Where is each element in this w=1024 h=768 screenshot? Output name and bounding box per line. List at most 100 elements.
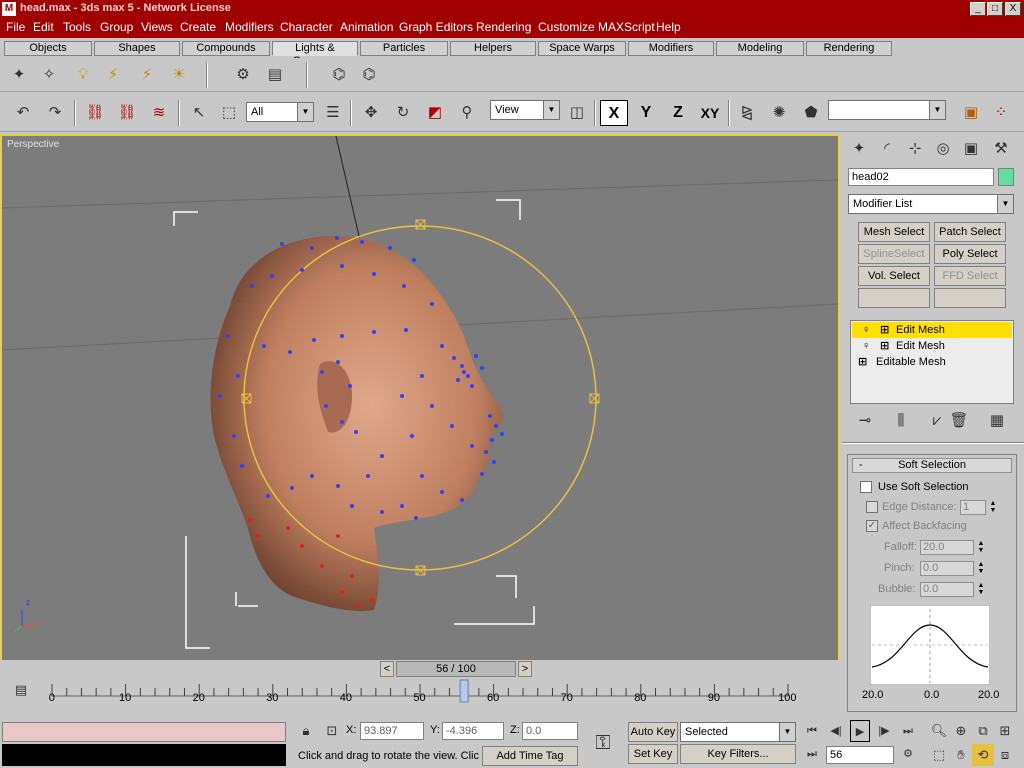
time-slider-thumb[interactable]: 56 / 100 [396, 661, 516, 677]
track-bar[interactable]: ▤ 0 10 20 30 40 50 60 70 80 90 100 [0, 678, 840, 718]
play-icon[interactable]: ▶ [850, 720, 870, 742]
lightbulb-icon[interactable]: ♀ [862, 322, 870, 338]
maxscript-listener-mini[interactable] [2, 722, 286, 742]
chevron-down-icon[interactable]: ▼ [997, 195, 1013, 213]
falloff-spinner[interactable]: 20.0 [920, 540, 974, 555]
object-name-input[interactable]: head02 [848, 168, 994, 186]
select-link-icon[interactable]: ⛓︎ [82, 100, 108, 126]
minimize-button[interactable]: _ [970, 2, 986, 16]
axis-x-button[interactable]: X [600, 100, 628, 126]
free-direct-icon[interactable]: ⚡︎ [134, 62, 160, 88]
menu-edit[interactable]: Edit [33, 20, 54, 34]
spinner-arrows-icon[interactable]: ▲ ▼ [976, 561, 986, 576]
named-selection-dropdown[interactable]: ▼ [828, 100, 946, 120]
chevron-down-icon[interactable]: ▼ [543, 101, 559, 119]
zoom-all-icon[interactable]: ⊕ [950, 720, 972, 742]
undo-icon[interactable]: ↶ [10, 100, 36, 126]
patch-select-button[interactable]: Patch Select [934, 222, 1006, 242]
target-spot-icon[interactable]: ✦ [6, 62, 32, 88]
vol-select-button[interactable]: Vol. Select [858, 266, 930, 286]
prev-frame-button[interactable]: < [380, 661, 394, 677]
go-to-end-icon[interactable]: ⏭ [898, 720, 918, 742]
pin-stack-icon[interactable]: ⊸ [852, 408, 878, 434]
empty-modifier-button[interactable] [934, 288, 1006, 308]
tab-shapes[interactable]: Shapes [94, 41, 180, 56]
zoom-extents-all-icon[interactable]: ⊞ [994, 720, 1016, 742]
pinch-spinner[interactable]: 0.0 [920, 561, 974, 576]
show-end-result-icon[interactable]: ⫼ [888, 408, 914, 434]
expand-icon[interactable]: ⊞ [858, 354, 867, 370]
menu-help[interactable]: Help [656, 20, 681, 34]
key-icon[interactable]: ⚿ [586, 728, 620, 758]
use-soft-selection-checkbox[interactable] [860, 481, 872, 493]
unlink-icon[interactable]: ⛓︎ [114, 100, 140, 126]
free-camera-icon[interactable]: ▤ [262, 62, 288, 88]
maximize-button[interactable]: □ [987, 2, 1003, 16]
select-by-name-icon[interactable]: ☰ [320, 100, 346, 126]
collapse-icon[interactable]: - [859, 459, 863, 472]
menu-maxscript[interactable]: MAXScript [598, 20, 655, 34]
spinner-arrows-icon[interactable]: ▲ ▼ [988, 500, 998, 515]
motion-panel-icon[interactable]: ◎ [930, 136, 956, 162]
target-direct-icon[interactable]: ⚡︎ [100, 62, 126, 88]
menu-tools[interactable]: Tools [63, 20, 91, 34]
bubble-spinner[interactable]: 0.0 [920, 582, 974, 597]
remove-modifier-icon[interactable]: 🗑︎ [946, 408, 972, 434]
utilities-panel-icon[interactable]: ⚒︎ [988, 136, 1014, 162]
object-color-swatch[interactable] [998, 168, 1014, 186]
affect-backfacing-checkbox[interactable]: ✓ [866, 520, 878, 532]
tab-rendering[interactable]: Rendering [806, 41, 892, 56]
perspective-viewport[interactable]: Perspective z x [0, 134, 840, 662]
current-frame-field[interactable]: 56 [826, 746, 894, 764]
tab-modeling[interactable]: Modeling [716, 41, 804, 56]
lock-icon[interactable]: 🔒︎ [294, 720, 318, 742]
menu-animation[interactable]: Animation [340, 20, 393, 34]
menu-modifiers[interactable]: Modifiers [225, 20, 274, 34]
menu-graph-editors[interactable]: Graph Editors [399, 20, 473, 34]
go-to-start-icon[interactable]: ⏮ [802, 720, 822, 742]
key-filters-button[interactable]: Key Filters... [680, 744, 796, 764]
app-icon[interactable]: M [2, 2, 16, 16]
modifier-stack[interactable]: ♀ ⊞ Edit Mesh ♀ ⊞ Edit Mesh ⊞ Editable M… [850, 320, 1014, 404]
menu-create[interactable]: Create [180, 20, 216, 34]
stack-item-edit-mesh-top[interactable]: ♀ ⊞ Edit Mesh [852, 322, 1012, 338]
menu-file[interactable]: File [6, 20, 25, 34]
free-spot-icon[interactable]: ✧ [36, 62, 62, 88]
expand-icon[interactable]: ⊞ [880, 322, 889, 338]
mini-curve-editor-icon[interactable]: ▤ [8, 680, 34, 700]
mirror-icon[interactable]: ⧎ [734, 100, 760, 126]
menu-views[interactable]: Views [141, 20, 173, 34]
x-coord-field[interactable]: 93.897 [360, 722, 424, 740]
rotate-icon[interactable]: ↻ [390, 100, 416, 126]
reference-coord-dropdown[interactable]: View ▼ [490, 100, 560, 120]
rect-selection-icon[interactable]: ⬚ [216, 100, 242, 126]
tab-space-warps[interactable]: Space Warps [538, 41, 626, 56]
zoom-extents-icon[interactable]: ⧉ [972, 720, 994, 742]
zoom-icon[interactable]: 🔍︎ [928, 720, 950, 742]
axis-xy-button[interactable]: XY [696, 100, 724, 126]
chevron-down-icon[interactable]: ▼ [779, 723, 795, 741]
pan-icon[interactable]: ✋︎ [950, 744, 972, 766]
chevron-down-icon[interactable]: ▼ [297, 103, 313, 121]
lightbulb-icon[interactable]: ♀ [862, 338, 870, 354]
material-editor-icon[interactable]: ⁘ [988, 100, 1014, 126]
bind-space-warp-icon[interactable]: ≋ [146, 100, 172, 126]
display-panel-icon[interactable]: ▣ [958, 136, 984, 162]
pivot-center-icon[interactable]: ◫ [564, 100, 590, 126]
move-icon[interactable]: ✥ [358, 100, 384, 126]
tab-compounds[interactable]: Compounds [182, 41, 270, 56]
tab-objects[interactable]: Objects [4, 41, 92, 56]
hierarchy-panel-icon[interactable]: ⊹ [902, 136, 928, 162]
menu-character[interactable]: Character [280, 20, 333, 34]
maxscript-output-mini[interactable] [2, 744, 286, 766]
time-slider[interactable]: < 56 / 100 > [0, 660, 840, 678]
spinner-arrows-icon[interactable]: ▲ ▼ [976, 582, 986, 597]
y-coord-field[interactable]: -4.396 [442, 722, 504, 740]
region-zoom-icon[interactable]: ⬚ [928, 744, 950, 766]
spline-select-button[interactable]: SplineSelect [858, 244, 930, 264]
modifier-list-dropdown[interactable]: Modifier List ▼ [848, 194, 1014, 214]
ffd-select-button[interactable]: FFD Select [934, 266, 1006, 286]
close-button[interactable]: X [1005, 2, 1021, 16]
edge-distance-checkbox[interactable] [866, 501, 878, 513]
poly-select-button[interactable]: Poly Select [934, 244, 1006, 264]
